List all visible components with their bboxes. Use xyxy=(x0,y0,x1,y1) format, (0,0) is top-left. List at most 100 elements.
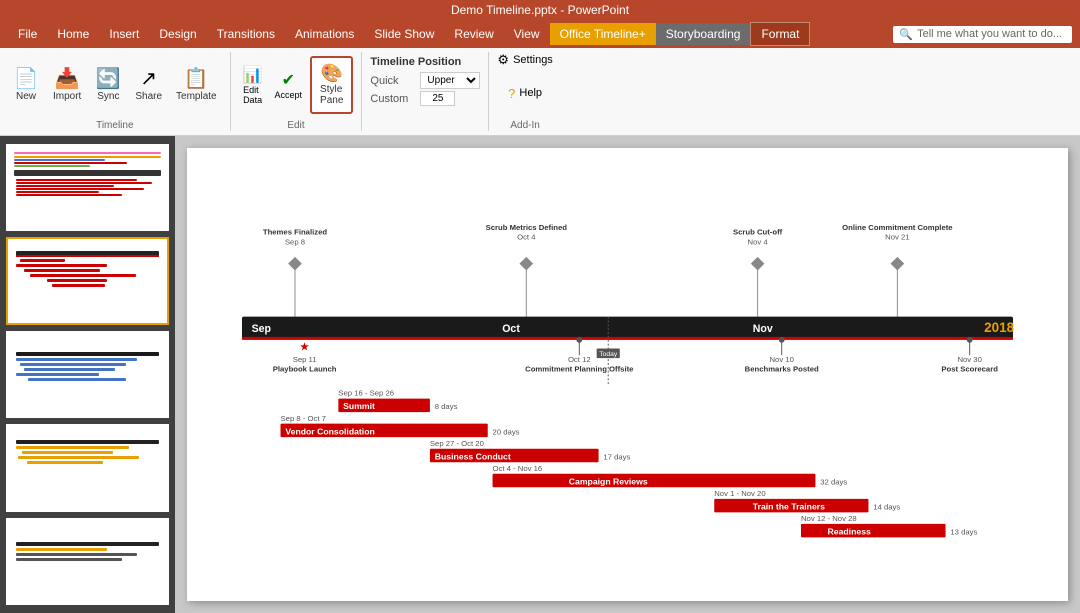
svg-text:20 days: 20 days xyxy=(493,427,520,436)
timeline-buttons: 📄 New 📥 Import 🔄 Sync ↗ Share 📋 Template xyxy=(8,52,222,118)
edit-data-button[interactable]: 📊 EditData xyxy=(239,63,267,107)
import-button[interactable]: 📥 Import xyxy=(48,66,86,105)
svg-text:32 days: 32 days xyxy=(820,477,847,486)
timeline-group: 📄 New 📥 Import 🔄 Sync ↗ Share 📋 Template… xyxy=(0,52,231,131)
import-label: Import xyxy=(53,91,81,102)
tab-storyboarding[interactable]: Storyboarding xyxy=(656,23,751,45)
edit-data-label: EditData xyxy=(243,85,262,105)
import-icon: 📥 xyxy=(55,69,80,89)
svg-text:Sep 8: Sep 8 xyxy=(285,237,305,246)
search-placeholder: Tell me what you want to do... xyxy=(917,28,1062,40)
slide-panel xyxy=(0,136,175,613)
template-button[interactable]: 📋 Template xyxy=(171,66,222,105)
tab-view[interactable]: View xyxy=(504,23,550,45)
slide-content: Themes Finalized Sep 8 Scrub Metrics Def… xyxy=(187,148,1068,601)
main-area: Themes Finalized Sep 8 Scrub Metrics Def… xyxy=(0,136,1080,613)
slide-area: Themes Finalized Sep 8 Scrub Metrics Def… xyxy=(175,136,1080,613)
svg-text:Summit: Summit xyxy=(343,401,375,411)
svg-text:★: ★ xyxy=(299,341,309,353)
sync-icon: 🔄 xyxy=(96,69,121,89)
style-pane-icon: 🎨 xyxy=(321,64,343,82)
svg-text:Scrub Cut-off: Scrub Cut-off xyxy=(733,228,783,237)
svg-text:Scrub Metrics Defined: Scrub Metrics Defined xyxy=(486,223,568,232)
quick-select[interactable]: Upper Lower xyxy=(420,72,480,89)
slide-thumb-3[interactable] xyxy=(6,331,169,418)
help-button[interactable]: ? Help xyxy=(508,86,542,101)
svg-text:17 days: 17 days xyxy=(603,452,630,461)
edit-buttons: 📊 EditData ✔ Accept 🎨 StylePane xyxy=(239,52,354,118)
custom-label: Custom xyxy=(370,93,420,105)
svg-text:Sep 27 - Oct 20: Sep 27 - Oct 20 xyxy=(430,439,484,448)
sync-button[interactable]: 🔄 Sync xyxy=(90,66,126,105)
svg-text:Nov 10: Nov 10 xyxy=(770,355,794,364)
svg-text:Sep 16 - Sep 26: Sep 16 - Sep 26 xyxy=(338,389,394,398)
svg-text:Readiness: Readiness xyxy=(828,526,871,536)
timeline-position-group: Timeline Position Quick Upper Lower Cust… xyxy=(362,52,489,131)
help-label: Help xyxy=(519,87,542,99)
tab-file[interactable]: File xyxy=(8,23,47,45)
svg-text:Themes Finalized: Themes Finalized xyxy=(263,228,328,237)
slide-thumb-1[interactable] xyxy=(6,144,169,231)
svg-text:Nov 4: Nov 4 xyxy=(748,237,769,246)
slide-thumb-4[interactable] xyxy=(6,424,169,511)
slide-thumb-2[interactable] xyxy=(6,237,169,324)
svg-text:Vendor Consolidation: Vendor Consolidation xyxy=(285,426,374,436)
template-label: Template xyxy=(176,91,217,102)
timeline-group-label: Timeline xyxy=(96,120,133,131)
svg-text:Nov 1 - Nov 20: Nov 1 - Nov 20 xyxy=(714,489,765,498)
svg-text:2018: 2018 xyxy=(984,320,1014,335)
tab-design[interactable]: Design xyxy=(149,23,206,45)
search-icon: 🔍 xyxy=(899,28,913,41)
edit-data-icon: 📊 xyxy=(243,65,263,85)
settings-button[interactable]: ⚙ Settings xyxy=(497,52,552,68)
new-label: New xyxy=(16,91,36,102)
svg-text:Oct 4: Oct 4 xyxy=(517,233,536,242)
timeline-visualization: Themes Finalized Sep 8 Scrub Metrics Def… xyxy=(187,148,1068,601)
custom-input[interactable] xyxy=(420,91,455,106)
sync-label: Sync xyxy=(97,91,119,102)
share-label: Share xyxy=(135,91,162,102)
accept-label: Accept xyxy=(275,90,303,100)
help-icon: ? xyxy=(508,86,515,101)
settings-label: Settings xyxy=(513,54,553,66)
svg-text:Commitment Planning Offsite: Commitment Planning Offsite xyxy=(525,365,634,374)
tab-animations[interactable]: Animations xyxy=(285,23,364,45)
search-box[interactable]: 🔍 Tell me what you want to do... xyxy=(893,26,1072,43)
svg-text:Oct: Oct xyxy=(502,323,520,335)
timeline-position-title: Timeline Position xyxy=(370,56,480,68)
svg-text:Nov 30: Nov 30 xyxy=(957,355,981,364)
tab-transitions[interactable]: Transitions xyxy=(207,23,285,45)
svg-text:8 days: 8 days xyxy=(435,402,458,411)
new-icon: 📄 xyxy=(14,69,39,89)
settings-icon: ⚙ xyxy=(497,52,509,68)
tab-insert[interactable]: Insert xyxy=(99,23,149,45)
svg-text:Benchmarks Posted: Benchmarks Posted xyxy=(745,365,819,374)
edit-group-label: Edit xyxy=(287,120,304,131)
share-button[interactable]: ↗ Share xyxy=(130,66,167,105)
share-icon: ↗ xyxy=(140,69,157,89)
new-button[interactable]: 📄 New xyxy=(8,66,44,105)
tab-review[interactable]: Review xyxy=(444,23,503,45)
ribbon-toolbar: 📄 New 📥 Import 🔄 Sync ↗ Share 📋 Template… xyxy=(0,48,1080,136)
slide-thumb-5[interactable] xyxy=(6,518,169,605)
tab-slideshow[interactable]: Slide Show xyxy=(364,23,444,45)
svg-text:14 days: 14 days xyxy=(873,502,900,511)
edit-group: 📊 EditData ✔ Accept 🎨 StylePane Edit xyxy=(231,52,363,131)
svg-text:Oct 12: Oct 12 xyxy=(568,355,591,364)
title-bar: Demo Timeline.pptx - PowerPoint xyxy=(0,0,1080,20)
svg-text:Today: Today xyxy=(599,351,618,358)
svg-text:Nov: Nov xyxy=(753,323,773,335)
accept-button[interactable]: ✔ Accept xyxy=(271,68,307,102)
addin-group-label: Add-In xyxy=(510,120,539,131)
svg-text:Campaign Reviews: Campaign Reviews xyxy=(569,476,648,486)
style-pane-label: StylePane xyxy=(320,84,343,106)
svg-text:Nov 21: Nov 21 xyxy=(885,233,909,242)
quick-label: Quick xyxy=(370,75,420,87)
tab-format[interactable]: Format xyxy=(750,22,810,46)
svg-text:Playbook Launch: Playbook Launch xyxy=(273,365,337,374)
tab-home[interactable]: Home xyxy=(47,23,99,45)
svg-text:Sep 11: Sep 11 xyxy=(293,355,317,364)
tab-officetimeline[interactable]: Office Timeline+ xyxy=(550,23,656,45)
style-pane-button[interactable]: 🎨 StylePane xyxy=(310,56,353,114)
svg-text:Train the Trainers: Train the Trainers xyxy=(753,501,825,511)
